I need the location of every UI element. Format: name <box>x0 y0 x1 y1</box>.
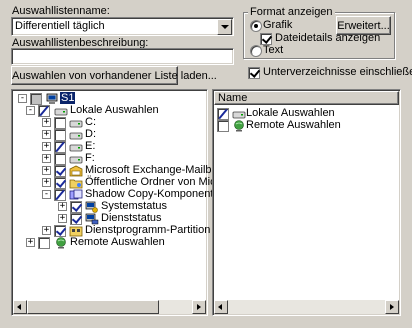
tree-label: Dienststatus <box>101 212 162 224</box>
tree-row-e[interactable]: + E: <box>18 140 198 153</box>
tree-row-local[interactable]: - Lokale Auswahlen <box>18 104 198 117</box>
tree-horizontal-scrollbar[interactable] <box>13 300 206 314</box>
expand-icon[interactable]: + <box>42 178 51 187</box>
tree-label: Dienstprogramm-Partition <box>85 224 211 236</box>
selection-list[interactable]: Name Lokale Auswahlen Remote Auswahlen <box>212 89 401 316</box>
list-name-combo[interactable]: Differentiell täglich <box>11 17 234 36</box>
collapse-icon[interactable]: - <box>18 94 27 103</box>
tree-checkbox[interactable] <box>54 129 66 141</box>
expand-icon[interactable]: + <box>58 214 67 223</box>
scroll-left-icon[interactable] <box>214 300 228 314</box>
list-item-label: Lokale Auswahlen <box>246 107 335 119</box>
expand-icon[interactable]: + <box>42 166 51 175</box>
expand-icon[interactable]: + <box>42 118 51 127</box>
collapse-icon[interactable]: - <box>26 106 35 115</box>
tree-label: Lokale Auswahlen <box>70 104 159 116</box>
tree-checkbox[interactable] <box>70 201 82 213</box>
tree-checkbox[interactable] <box>54 141 66 153</box>
expand-icon[interactable]: + <box>42 226 51 235</box>
grafik-radio[interactable] <box>250 20 262 32</box>
scroll-right-icon[interactable] <box>385 300 399 314</box>
remote-network-icon <box>234 120 244 132</box>
tree-label: E: <box>85 140 96 152</box>
tree-checkbox[interactable] <box>54 165 66 177</box>
scroll-left-icon[interactable] <box>13 300 27 314</box>
tree-checkbox[interactable] <box>70 213 82 225</box>
tree-label: D: <box>85 128 96 140</box>
tree-row-remote[interactable]: + Remote Auswahlen <box>18 236 198 249</box>
expand-icon[interactable]: + <box>26 238 35 247</box>
tree-checkbox[interactable] <box>30 93 42 105</box>
tree-checkbox[interactable] <box>54 225 66 237</box>
list-name-label: Auswahllistenname: <box>12 5 110 17</box>
tree-label: C: <box>85 116 96 128</box>
folder-icon <box>69 179 83 189</box>
system-state-icon <box>85 201 98 213</box>
list-item[interactable]: Remote Auswahlen <box>217 119 397 132</box>
chevron-down-icon[interactable] <box>217 19 232 35</box>
expand-icon[interactable]: + <box>42 130 51 139</box>
tree-label: Systemstatus <box>101 200 168 212</box>
include-subdirs-label: Unterverzeichnisse einschließen <box>263 66 412 78</box>
include-subdirs-checkbox[interactable] <box>248 67 260 79</box>
tree-row-c[interactable]: + C: <box>18 116 198 129</box>
tree-checkbox[interactable] <box>38 237 50 249</box>
load-selections-button[interactable]: Auswahlen von vorhandener Liste laden... <box>11 66 217 85</box>
format-group-title: Format anzeigen <box>248 6 335 18</box>
list-item-label: Remote Auswahlen <box>246 119 341 131</box>
remote-network-icon <box>56 237 66 249</box>
tree-checkbox[interactable] <box>54 177 66 189</box>
shadow-copy-icon <box>69 189 83 200</box>
expand-icon[interactable]: + <box>58 202 67 211</box>
computer-icon <box>46 93 58 104</box>
list-checkbox[interactable] <box>217 108 229 120</box>
tree-checkbox[interactable] <box>54 189 66 201</box>
tree-label: Shadow Copy-Komponenten <box>85 188 226 200</box>
list-horizontal-scrollbar[interactable] <box>214 300 399 314</box>
list-name-value: Differentiell täglich <box>15 20 105 32</box>
collapse-icon[interactable]: - <box>42 190 51 199</box>
grafik-label: Grafik <box>263 19 293 31</box>
description-input[interactable] <box>11 48 234 65</box>
tree-checkbox[interactable] <box>54 117 66 129</box>
tree-row-d[interactable]: + D: <box>18 128 198 141</box>
text-label: Text <box>263 44 284 56</box>
tree-root-label: S1 <box>60 92 76 104</box>
selection-tree[interactable]: - S1 - Lokale Auswahlen + C: + D: + E: +… <box>11 89 254 316</box>
tree-checkbox[interactable] <box>54 153 66 165</box>
mailbox-icon <box>69 165 83 177</box>
column-header-name[interactable]: Name <box>214 91 399 105</box>
advanced-button[interactable]: Erweitert... <box>336 16 391 35</box>
expand-icon[interactable]: + <box>42 154 51 163</box>
scroll-right-icon[interactable] <box>192 300 206 314</box>
tree-label: F: <box>85 152 95 164</box>
tree-checkbox[interactable] <box>38 105 50 117</box>
list-checkbox[interactable] <box>217 120 229 132</box>
tree-label: Remote Auswahlen <box>70 236 165 248</box>
expand-icon[interactable]: + <box>42 142 51 151</box>
scrollbar-thumb[interactable] <box>27 300 159 314</box>
text-radio[interactable] <box>250 45 262 57</box>
